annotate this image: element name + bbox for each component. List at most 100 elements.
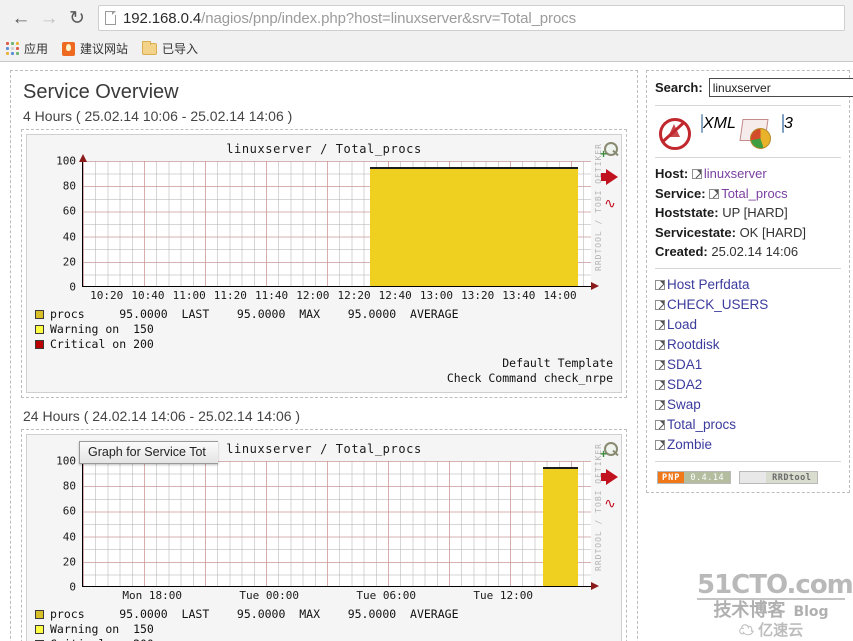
x-tick-4h-0: 10:20 (90, 289, 124, 302)
sidebar-panel: Search: XML 3 Host: linuxserverService: … (646, 70, 853, 493)
bookmark-apps[interactable]: 应用 (6, 40, 48, 57)
zoom-in-icon[interactable]: + (600, 441, 620, 460)
legend-text: Warning on 150 (50, 622, 154, 636)
service-link-sda1[interactable]: SDA1 (655, 355, 841, 375)
x-axis-arrow-24h (591, 582, 599, 590)
plot-4h (79, 154, 599, 290)
y-tick-80-4h: 80 (62, 179, 76, 193)
reload-icon[interactable]: ↻ (64, 5, 90, 31)
info-key: Host: (655, 166, 692, 181)
graph-canvas-4h: linuxserver / Total_procs 100 80 60 40 2… (26, 134, 622, 393)
content-wrapper: Service Overview 4 Hours ( 25.02.14 10:0… (0, 62, 853, 641)
x-tick-4h-5: 12:00 (296, 289, 330, 302)
legend-text: procs 95.0000 LAST 95.0000 MAX 95.0000 A… (50, 607, 459, 621)
service-link-sda2[interactable]: SDA2 (655, 375, 841, 395)
page-title: Service Overview (23, 81, 179, 103)
lightbulb-icon (62, 41, 76, 56)
divider (655, 157, 841, 158)
rrdtool-badge-label: RRDtool (766, 471, 818, 483)
info-row-2: Hoststate: UP [HARD] (655, 203, 841, 223)
data-bar-procs-24h (542, 467, 579, 586)
service-link-load[interactable]: Load (655, 315, 841, 335)
graph-icon-strip-24h: + ∿ (597, 441, 621, 513)
pnp-badge-name: PNP (658, 471, 685, 483)
info-row-3: Servicestate: OK [HARD] (655, 223, 841, 243)
graph-footer-4h: Default Template Check Command check_nrp… (27, 354, 621, 392)
address-bar[interactable]: 192.168.0.4/nagios/pnp/index.php?host=li… (98, 5, 845, 31)
waveform-icon[interactable]: ∿ (600, 495, 620, 513)
legend-text: procs 95.0000 LAST 95.0000 MAX 95.0000 A… (50, 307, 459, 321)
y-tick-20-24h: 20 (62, 555, 76, 569)
info-link[interactable]: Total_procs (721, 186, 787, 201)
legend-swatch-icon (35, 610, 44, 619)
search-input[interactable] (708, 78, 853, 97)
info-key: Created: (655, 244, 712, 259)
legend-row-4h-1: Warning on 150 (35, 322, 613, 337)
graph-canvas-24h: linuxserver / Total_procs 100 80 60 40 2… (26, 434, 622, 641)
info-value: OK [HARD] (739, 224, 807, 240)
service-link-label: SDA2 (667, 376, 703, 392)
legend-row-4h-2: Critical on 200 (35, 337, 613, 352)
info-row-0: Host: linuxserver (655, 164, 841, 184)
info-row-4: Created: 25.02.14 14:06 (655, 242, 841, 262)
calendar-icon[interactable]: 3 (780, 114, 814, 149)
megaphone-icon[interactable] (600, 468, 620, 486)
forward-arrow-icon[interactable]: → (36, 5, 62, 31)
service-link-total-procs[interactable]: Total_procs (655, 415, 841, 435)
external-link-icon (655, 439, 665, 450)
external-link-icon (655, 319, 665, 330)
external-link-icon (655, 359, 665, 370)
divider (655, 267, 841, 269)
legend-row-24h-1: Warning on 150 (35, 622, 613, 637)
info-key: Service: (655, 185, 710, 201)
graph-title-4h: linuxserver / Total_procs (226, 142, 422, 156)
rrdtool-badge-left (740, 471, 767, 483)
info-key: Hoststate: (655, 205, 723, 220)
y-tick-40-4h: 40 (62, 230, 76, 244)
service-link-rootdisk[interactable]: Rootdisk (655, 335, 841, 355)
y-tick-0-4h: 0 (69, 280, 76, 294)
pnp-badge-version: 0.4.14 (684, 471, 731, 483)
bookmark-suggested-sites[interactable]: 建议网站 (62, 40, 128, 57)
info-key: Servicestate: (655, 224, 740, 240)
page-body: Service Overview 4 Hours ( 25.02.14 10:0… (0, 62, 853, 641)
external-link-icon (655, 419, 665, 430)
external-link-icon (655, 279, 665, 290)
bookmarks-bar: 应用 建议网站 已导入 (0, 36, 853, 61)
legend-swatch-icon (35, 340, 44, 349)
bookmark-imported[interactable]: 已导入 (142, 40, 198, 57)
graph-box-4h[interactable]: linuxserver / Total_procs 100 80 60 40 2… (21, 129, 627, 398)
service-link-check-users[interactable]: CHECK_USERS (655, 295, 841, 315)
y-axis-arrow-4h (79, 154, 87, 162)
legend-swatch-icon (35, 625, 44, 634)
action-icon-row: XML 3 (655, 112, 841, 151)
service-link-swap[interactable]: Swap (655, 395, 841, 415)
bookmark-imported-label: 已导入 (162, 42, 199, 56)
pdf-icon[interactable] (657, 115, 691, 150)
apps-grid-icon (6, 42, 19, 55)
url-path: /nagios/pnp/index.php?host=linuxserver&s… (201, 9, 576, 27)
waveform-icon[interactable]: ∿ (600, 195, 620, 213)
service-link-zombie[interactable]: Zombie (655, 435, 841, 455)
back-arrow-icon[interactable]: ← (8, 5, 34, 31)
address-bar-url: 192.168.0.4/nagios/pnp/index.php?host=li… (123, 10, 576, 27)
external-link-icon (691, 169, 702, 179)
info-link[interactable]: linuxserver (704, 166, 767, 181)
browser-chrome: ← → ↻ 192.168.0.4/nagios/pnp/index.php?h… (0, 0, 853, 62)
graph-period-title-4h: 4 Hours ( 25.02.14 10:06 - 25.02.14 14:0… (23, 108, 293, 124)
page-document-icon (105, 11, 116, 25)
data-bar-procs-4h (370, 167, 579, 286)
service-link-label: Rootdisk (667, 336, 720, 352)
y-tick-80-24h: 80 (62, 479, 76, 493)
legend-text: Warning on 150 (50, 322, 154, 336)
xml-document-icon[interactable]: XML (698, 114, 736, 149)
legend-text: Critical on 200 (50, 637, 154, 641)
x-tick-4h-2: 11:00 (172, 289, 206, 302)
x-tick-4h-11: 14:00 (543, 289, 577, 302)
megaphone-icon[interactable] (600, 168, 620, 186)
zoom-in-icon[interactable]: + (600, 141, 620, 160)
folder-icon (142, 40, 158, 55)
legend-row-24h-0: procs 95.0000 LAST 95.0000 MAX 95.0000 A… (35, 607, 613, 622)
service-link-host-perfdata[interactable]: Host Perfdata (655, 275, 841, 295)
report-pie-icon[interactable] (739, 115, 773, 149)
